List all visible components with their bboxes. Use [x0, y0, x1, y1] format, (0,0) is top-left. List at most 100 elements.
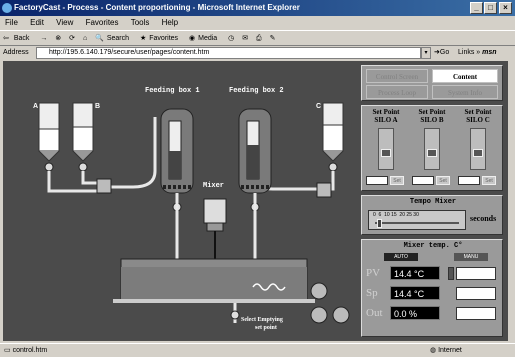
feeding-box-1-label: Feeding box 1 [145, 87, 200, 95]
menu-help[interactable]: Help [157, 16, 183, 30]
media-button[interactable]: ◉ Media [186, 31, 223, 47]
minimize-button[interactable]: _ [470, 2, 483, 14]
refresh-icon[interactable]: ⟳ [66, 31, 78, 47]
mail-icon[interactable]: ✉ [239, 31, 251, 47]
process-loop-button[interactable]: Process Loop [366, 85, 428, 99]
tempo-title: Tempo Mixer [409, 198, 457, 206]
pv-label: PV [366, 267, 381, 279]
setpoint-c-knob[interactable] [473, 149, 483, 157]
setpoint-c-slider[interactable] [470, 128, 486, 170]
setpoint-c-silo: SILO C [466, 116, 490, 124]
out-input[interactable] [456, 307, 496, 320]
nav-panel: Control Screen Content Process Loop Syst… [361, 65, 503, 101]
pipe-a [47, 171, 99, 193]
page-content: A B C Feeding box 1 Feeding box 2 Mixer … [3, 61, 508, 341]
history-icon[interactable]: ◷ [225, 31, 237, 47]
menu-bar: File Edit View Favorites Tools Help [0, 16, 515, 30]
sp-input[interactable] [456, 287, 496, 300]
setpoint-a-slider[interactable] [378, 128, 394, 170]
setpoint-b-title: Set Point SILO B [412, 108, 452, 124]
silo-a-label: A [33, 103, 39, 110]
tempo-knob[interactable] [377, 219, 382, 228]
out-label: Out [366, 307, 383, 319]
address-bar: Address http://195.6.140.179/secure/user… [0, 46, 515, 60]
setpoint-a-silo: SILO A [374, 116, 398, 124]
valve-outlet[interactable] [230, 310, 240, 320]
address-input[interactable]: http://195.6.140.179/secure/user/pages/c… [36, 47, 421, 59]
links-label: Links [458, 49, 475, 56]
go-button[interactable]: ➜Go [434, 46, 449, 60]
search-button[interactable]: 🔍 Search [92, 31, 135, 47]
feeding-box-1-tank [160, 108, 194, 194]
msn-logo: msn [482, 49, 497, 56]
sp-label: Sp [366, 287, 378, 299]
setpoint-c-set-button[interactable]: Set [482, 176, 496, 185]
favorites-label: Favorites [149, 35, 179, 42]
system-info-button[interactable]: System Info [432, 85, 498, 99]
pump-c-icon[interactable] [316, 182, 332, 198]
set-point-label: set point [255, 325, 277, 331]
menu-view[interactable]: View [51, 16, 78, 30]
silo-b-label: B [95, 103, 101, 110]
setpoint-c-title: Set Point SILO C [458, 108, 498, 124]
stop-icon[interactable]: ⊗ [52, 31, 64, 47]
flow-controller-icon[interactable] [332, 306, 350, 324]
links-button[interactable]: Links » msn [458, 46, 497, 60]
pipe-to-box1 [109, 117, 157, 189]
manu-button[interactable]: MANU [454, 253, 488, 261]
maximize-button[interactable]: □ [484, 2, 497, 14]
page-icon: ▭ [4, 347, 11, 354]
home-icon[interactable]: ⌂ [80, 31, 90, 47]
back-label: Back [13, 35, 30, 42]
sp-value[interactable]: 14.4 °C [390, 286, 440, 300]
control-screen-button[interactable]: Control Screen [366, 69, 428, 83]
back-button[interactable]: ⇦ Back [0, 31, 35, 47]
silo-a-tank [38, 102, 60, 162]
status-text: control.htm [12, 347, 48, 354]
content-button[interactable]: Content [432, 69, 498, 83]
pump-ab-icon[interactable] [96, 178, 112, 194]
search-label: Search [106, 35, 130, 42]
favorites-button[interactable]: ★ Favorites [137, 31, 184, 47]
print-icon[interactable]: ⎙ [253, 31, 265, 47]
menu-tools[interactable]: Tools [126, 16, 155, 30]
toolbar: ⇦ Back → ⊗ ⟳ ⌂ 🔍 Search ★ Favorites ◉ Media… [0, 30, 515, 46]
valve-c[interactable] [328, 162, 338, 172]
address-label: Address [3, 49, 29, 56]
auto-button[interactable]: AUTO [384, 253, 418, 261]
setpoint-c-input[interactable] [458, 176, 480, 185]
tempo-slider[interactable]: 0 6 10 15 20 25 30 [368, 210, 466, 230]
status-bar: ▭ control.htm ◍ Internet [0, 343, 515, 356]
mixer-label: Mixer [203, 182, 225, 190]
tempo-track [375, 222, 459, 224]
setpoint-a-input[interactable] [366, 176, 388, 185]
temp-controller-icon[interactable] [310, 306, 328, 324]
menu-file[interactable]: File [0, 16, 23, 30]
menu-favorites[interactable]: Favorites [81, 16, 124, 30]
media-label: Media [198, 35, 218, 42]
go-label: Go [439, 49, 450, 56]
edit-icon[interactable]: ✎ [267, 31, 279, 47]
setpoint-a-set-button[interactable]: Set [390, 176, 404, 185]
address-url: http://195.6.140.179/secure/user/pages/c… [49, 49, 210, 56]
feeding-box-2-tank [238, 108, 272, 194]
out-value: 0.0 % [390, 306, 440, 320]
temp-sensor-icon[interactable] [310, 282, 328, 300]
valve-b[interactable] [78, 162, 88, 172]
forward-button[interactable]: → [37, 31, 50, 47]
setpoint-a-knob[interactable] [381, 149, 391, 157]
mixer-temp-title: Mixer temp. C° [403, 242, 463, 250]
address-dropdown-icon[interactable]: ▾ [421, 47, 431, 59]
setpoint-panel: Set Point SILO A Set Point SILO B Set Poin… [361, 105, 503, 191]
setpoint-b-slider[interactable] [424, 128, 440, 170]
internet-label: Internet [438, 347, 462, 354]
silo-c-label: C [316, 103, 322, 110]
silo-c-tank [322, 102, 344, 162]
setpoint-b-set-button[interactable]: Set [436, 176, 450, 185]
menu-edit[interactable]: Edit [25, 16, 49, 30]
valve-a[interactable] [44, 162, 54, 172]
close-button[interactable]: × [499, 2, 512, 14]
setpoint-b-input[interactable] [412, 176, 434, 185]
setpoint-b-header: Set Point [418, 108, 446, 116]
setpoint-b-knob[interactable] [427, 149, 437, 157]
